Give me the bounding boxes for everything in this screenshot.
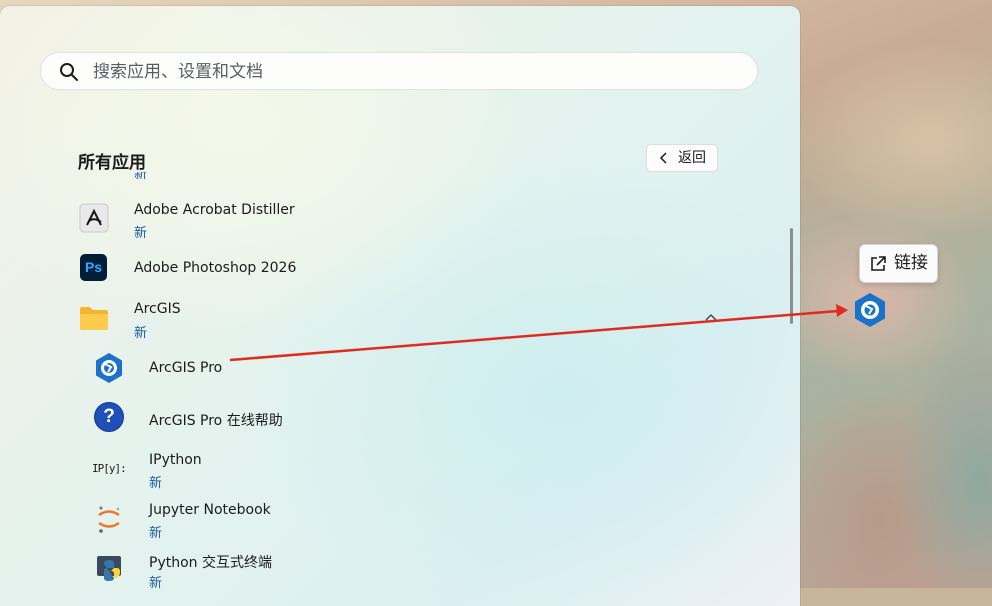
arcgis-pro-icon (96, 353, 122, 383)
app-item-arcgis-pro-help[interactable]: ? ArcGIS Pro 在线帮助 (85, 396, 730, 440)
new-badge: 新 (149, 476, 163, 491)
ipython-icon: IP[y]: (92, 462, 127, 475)
app-item-photoshop[interactable]: Ps Adobe Photoshop 2026 (70, 246, 730, 290)
search-icon (60, 63, 78, 81)
app-item-arcgis-pro[interactable]: ArcGIS Pro (85, 346, 730, 390)
app-name: Python 交互式终端 (149, 555, 272, 571)
new-badge: 新 (149, 526, 163, 541)
chevron-up-icon[interactable] (704, 312, 718, 322)
app-item-acrobat-distiller[interactable]: Adobe Acrobat Distiller 新 (70, 196, 730, 244)
start-menu-panel: 搜索应用、设置和文档 所有应用 返回 新 Adobe Acrobat Disti… (0, 6, 800, 606)
jupyter-icon (98, 506, 120, 533)
search-placeholder: 搜索应用、设置和文档 (93, 62, 263, 82)
help-question-icon: ? (94, 402, 124, 432)
scrollbar-thumb[interactable] (790, 228, 793, 324)
app-name: Jupyter Notebook (149, 502, 271, 518)
app-name: IPython (149, 452, 202, 468)
app-name: Adobe Acrobat Distiller (134, 202, 295, 218)
app-item-python-terminal[interactable]: Python 交互式终端 新 (85, 546, 730, 594)
new-badge: 新 (149, 576, 163, 591)
photoshop-icon: Ps (80, 254, 107, 281)
back-button-label: 返回 (678, 150, 706, 166)
back-button[interactable]: 返回 (646, 144, 718, 172)
new-badge: 新 (134, 326, 148, 341)
app-item-ipython[interactable]: IP[y]: IPython 新 (85, 446, 730, 494)
drag-link-label: 链接 (894, 253, 928, 273)
list-item-badge-cut: 新 (134, 172, 148, 182)
arcgis-pro-drag-icon (855, 293, 885, 327)
app-item-jupyter-notebook[interactable]: Jupyter Notebook 新 (85, 496, 730, 544)
acrobat-distiller-icon (79, 203, 109, 233)
new-badge: 新 (134, 226, 148, 241)
folder-icon (80, 307, 108, 330)
chevron-left-icon (659, 152, 667, 164)
external-link-icon (871, 256, 886, 271)
app-name: ArcGIS Pro (149, 360, 223, 376)
search-box[interactable]: 搜索应用、设置和文档 (40, 52, 758, 90)
drag-link-tooltip: 链接 (859, 244, 938, 283)
all-apps-title: 所有应用 (78, 153, 146, 173)
app-name: Adobe Photoshop 2026 (134, 260, 297, 276)
python-icon (97, 556, 121, 581)
app-folder-arcgis[interactable]: ArcGIS 新 (70, 296, 730, 344)
app-name: ArcGIS Pro 在线帮助 (149, 413, 283, 429)
app-name: ArcGIS (134, 301, 181, 317)
